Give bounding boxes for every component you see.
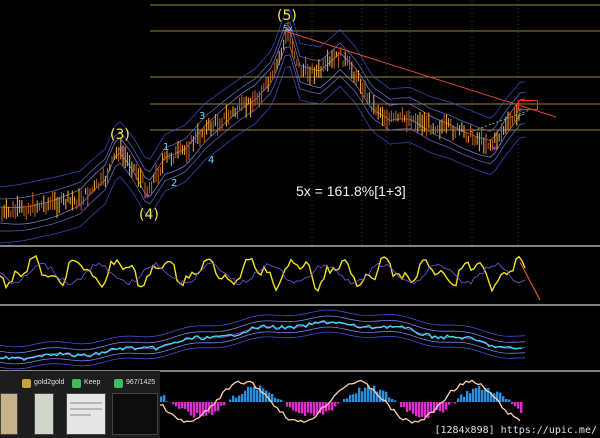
keep-icon bbox=[72, 378, 81, 388]
window-thumbnail-keep[interactable] bbox=[66, 393, 106, 435]
window-thumbnail-gold[interactable] bbox=[34, 393, 54, 435]
taskbar-item-keep[interactable]: Keep bbox=[72, 374, 100, 392]
oscillator-panel[interactable] bbox=[0, 248, 600, 304]
window-thumbnail-left[interactable] bbox=[0, 393, 18, 435]
taskbar-item-gold2gold[interactable]: gold2gold bbox=[22, 374, 64, 392]
cyan-indicator-line bbox=[0, 320, 523, 361]
taskbar-item-counter[interactable]: 967/1425 bbox=[114, 374, 155, 392]
oscillator-line bbox=[0, 254, 526, 293]
oscillator-signal-line bbox=[0, 261, 526, 286]
window-thumbnail-chart[interactable] bbox=[112, 393, 158, 435]
trend-indicator-panel[interactable] bbox=[0, 306, 600, 370]
trading-chart-screen: ✳ ✳ ✳ ✳ ✳ (3) (4) (5) 1 2 3 4 5x 5x = 161.8%… bbox=[0, 0, 600, 438]
image-size-watermark: [1284x898] https://upic.me/ bbox=[433, 425, 598, 437]
gold-app-icon bbox=[22, 378, 31, 388]
taskbar-preview: gold2gold Keep 967/1425 bbox=[0, 371, 160, 438]
counter-icon bbox=[114, 378, 123, 388]
